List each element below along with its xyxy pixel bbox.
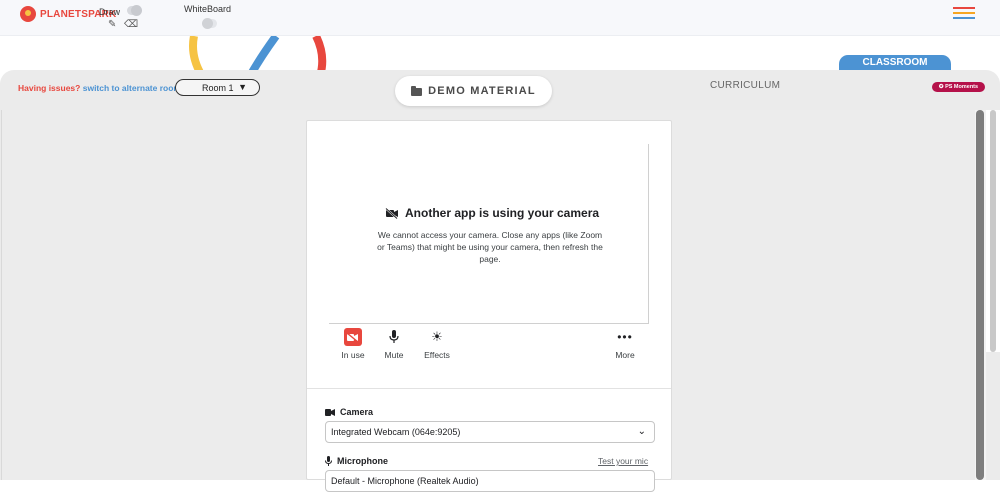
menu-line-blue <box>953 17 975 19</box>
tab-curriculum[interactable]: CURRICULUM <box>710 80 780 91</box>
camera-error-title-text: Another app is using your camera <box>405 206 600 220</box>
more-dots-icon: ••• <box>617 330 633 344</box>
microphone-icon <box>389 330 399 343</box>
whiteboard-toggle[interactable] <box>202 18 217 29</box>
camera-controls: In use Mute ☀ Effects ••• More <box>330 328 650 364</box>
mute-control[interactable]: Mute <box>374 328 414 360</box>
in-use-control[interactable]: In use <box>333 328 373 360</box>
camera-off-icon <box>385 207 398 219</box>
microphone-label-text: Microphone <box>337 456 388 466</box>
switch-room-link[interactable]: switch to alternate room <box>83 83 181 93</box>
demo-material-button[interactable]: DEMO MATERIAL <box>395 76 552 106</box>
top-toolbar: PLANETSPARK Draw ✎ ⌫ WhiteBoard <box>0 0 1000 36</box>
in-use-label: In use <box>341 350 365 360</box>
camera-in-use-icon <box>344 328 362 346</box>
camera-select[interactable]: Integrated Webcam (064e:9205) ⌄ <box>325 421 655 443</box>
dropdown-caret-icon: ▼ <box>238 82 247 92</box>
page-scrollbar-thumb[interactable] <box>990 110 996 352</box>
more-label: More <box>615 350 635 360</box>
effects-sparkle-icon: ☀ <box>431 329 443 344</box>
more-control[interactable]: ••• More <box>605 328 645 360</box>
eraser-icon[interactable]: ⌫ <box>124 19 138 30</box>
test-mic-link[interactable]: Test your mic <box>598 456 648 466</box>
camera-field-label: Camera <box>325 407 373 417</box>
menu-line-orange <box>953 12 975 14</box>
microphone-field-label: Microphone <box>325 456 388 466</box>
draw-label: Draw <box>99 7 121 17</box>
hamburger-menu-icon[interactable] <box>953 7 975 19</box>
issues-question: Having issues? <box>18 83 81 93</box>
chevron-down-icon: ⌄ <box>637 426 646 437</box>
camera-label-text: Camera <box>340 407 374 417</box>
camera-error-title: Another app is using your camera <box>385 206 599 220</box>
mute-label: Mute <box>384 350 404 360</box>
draw-toggle[interactable] <box>127 5 142 16</box>
demo-material-label: DEMO MATERIAL <box>428 85 536 97</box>
folder-icon <box>411 85 423 96</box>
camera-error-message: We cannot access your camera. Close any … <box>377 230 603 264</box>
microphone-select[interactable]: Default - Microphone (Realtek Audio) <box>325 470 655 492</box>
inner-scrollbar-thumb[interactable] <box>976 110 984 480</box>
microphone-select-value: Default - Microphone (Realtek Audio) <box>331 476 479 486</box>
effects-control[interactable]: ☀ Effects <box>417 328 457 360</box>
pencil-icon[interactable]: ✎ <box>108 19 116 30</box>
menu-line-red <box>953 7 975 9</box>
video-camera-icon <box>325 408 335 416</box>
having-issues-text: Having issues? switch to alternate room <box>18 83 181 93</box>
microphone-small-icon <box>325 456 332 466</box>
card-divider <box>307 388 671 389</box>
camera-select-value: Integrated Webcam (064e:9205) <box>331 427 461 437</box>
room-select-value: Room 1 <box>202 82 234 93</box>
logo-mark-icon <box>20 6 36 22</box>
room-select[interactable]: Room 1 ▼ <box>175 79 260 96</box>
effects-label: Effects <box>424 350 450 360</box>
ps-moments-badge[interactable]: ✪ PS Moments <box>932 82 985 92</box>
ps-moments-label: PS Moments <box>945 84 979 90</box>
whiteboard-label: WhiteBoard <box>184 4 232 14</box>
